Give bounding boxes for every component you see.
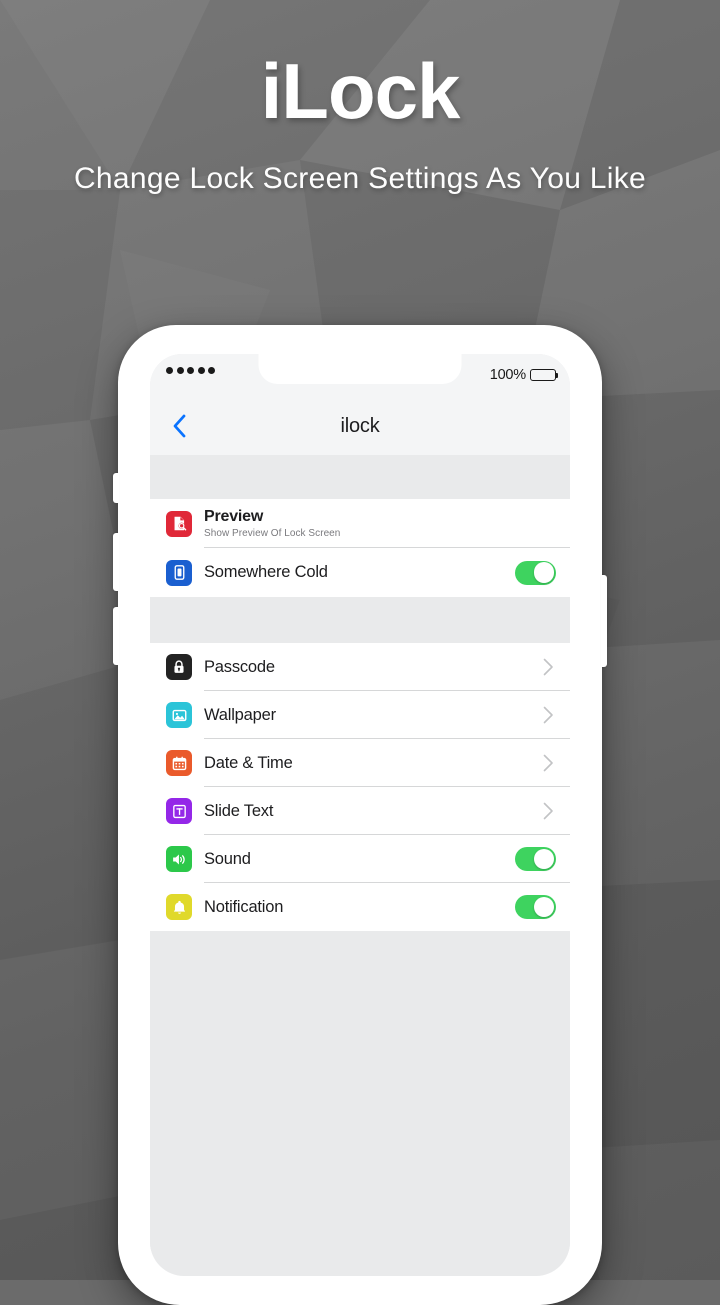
list-item-title: Notification [204, 897, 284, 916]
list-item-title: Date & Time [204, 753, 293, 772]
list-item-title: Somewhere Cold [204, 563, 328, 582]
settings-group-preview: Preview Show Preview Of Lock Screen Some… [150, 499, 570, 597]
toggle-somewhere-cold[interactable] [515, 560, 556, 585]
toggle-notification[interactable] [515, 895, 556, 919]
page-title: ilock [340, 414, 380, 437]
phone-screen: 100% ilock Preview Show Preview Of Lock … [150, 354, 570, 1276]
chevron-right-icon [543, 658, 556, 676]
chevron-right-icon [543, 802, 556, 820]
chevron-right-icon [543, 706, 556, 724]
battery-status: 100% [489, 367, 559, 383]
volume-down-button[interactable] [113, 607, 119, 665]
list-item-texts: Preview Show Preview Of Lock Screen [204, 508, 556, 539]
phone-lockscreen-icon [166, 559, 192, 586]
list-item-date-time[interactable]: Date & Time [150, 739, 570, 787]
list-item-texts: Slide Text [204, 802, 535, 821]
phone-mockup: 100% ilock Preview Show Preview Of Lock … [113, 325, 607, 1305]
battery-icon [530, 368, 559, 382]
list-item-title: Slide Text [204, 801, 274, 820]
list-item-title: Wallpaper [204, 705, 276, 724]
document-search-icon [166, 510, 192, 537]
app-title: iLock [260, 47, 461, 135]
list-item-slide-text[interactable]: Slide Text [150, 787, 570, 835]
list-item-wallpaper[interactable]: Wallpaper [150, 691, 570, 739]
lock-icon [166, 654, 192, 680]
list-item-sound[interactable]: Sound [150, 835, 570, 883]
list-item-title: Passcode [204, 657, 275, 676]
mute-switch-button[interactable] [113, 473, 119, 503]
toggle-sound[interactable] [515, 847, 556, 871]
page-header: iLock Change Lock Screen Settings As You… [0, 0, 720, 196]
display-notch [258, 354, 462, 384]
image-icon [166, 702, 192, 728]
navigation-bar: ilock [150, 397, 570, 455]
list-item-texts: Date & Time [204, 754, 535, 773]
list-item-texts: Sound [204, 850, 507, 869]
list-item-title: Preview [204, 507, 264, 525]
chevron-right-icon [543, 754, 556, 772]
section-gap-middle [150, 597, 570, 643]
bell-icon [166, 894, 192, 920]
list-item-subtitle: Show Preview Of Lock Screen [204, 528, 341, 540]
list-item-texts: Somewhere Cold [204, 563, 507, 582]
list-item-notification[interactable]: Notification [150, 883, 570, 931]
list-item-title: Sound [204, 849, 251, 868]
section-gap-top [150, 455, 570, 499]
screen-empty-area [150, 931, 570, 1251]
app-subtitle: Change Lock Screen Settings As You Like [73, 162, 647, 195]
back-button[interactable] [162, 409, 196, 443]
list-item-preview[interactable]: Preview Show Preview Of Lock Screen [150, 499, 570, 548]
list-item-texts: Passcode [204, 658, 535, 677]
list-item-texts: Notification [204, 898, 507, 917]
chevron-left-icon [173, 414, 185, 438]
calendar-icon [166, 750, 192, 776]
volume-up-button[interactable] [113, 533, 119, 591]
list-item-somewhere-cold[interactable]: Somewhere Cold [150, 548, 570, 597]
signal-strength-icon [166, 367, 215, 374]
battery-percent-label: 100% [489, 367, 526, 383]
settings-group-main: Passcode Wallpaper Date & Time Slide Tex… [150, 643, 570, 931]
power-button[interactable] [601, 575, 607, 667]
list-item-passcode[interactable]: Passcode [150, 643, 570, 691]
status-bar: 100% [150, 354, 570, 397]
speaker-icon [166, 846, 192, 872]
list-item-texts: Wallpaper [204, 706, 535, 725]
text-icon [166, 798, 192, 824]
